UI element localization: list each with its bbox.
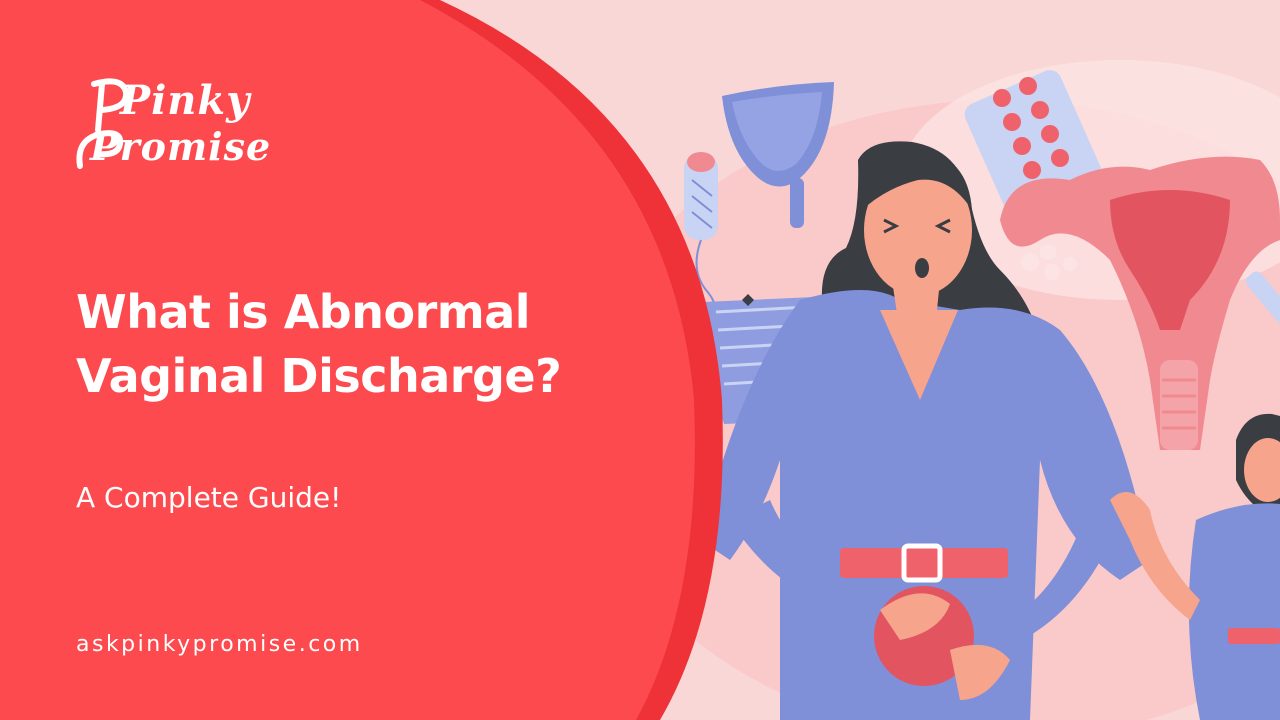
page-title-line1: What is Abnormal xyxy=(76,285,531,339)
page-subtitle: A Complete Guide! xyxy=(76,481,342,514)
page-title-line2: Vaginal Discharge? xyxy=(76,349,562,403)
logo-line1: Pinky xyxy=(119,77,252,124)
website-url: askpinkypromise.com xyxy=(76,632,363,657)
page-title: What is Abnormal Vaginal Discharge? xyxy=(76,280,676,408)
pinky-promise-logo: Pinky Promise xyxy=(76,77,271,169)
logo-line2: Promise xyxy=(89,124,271,169)
